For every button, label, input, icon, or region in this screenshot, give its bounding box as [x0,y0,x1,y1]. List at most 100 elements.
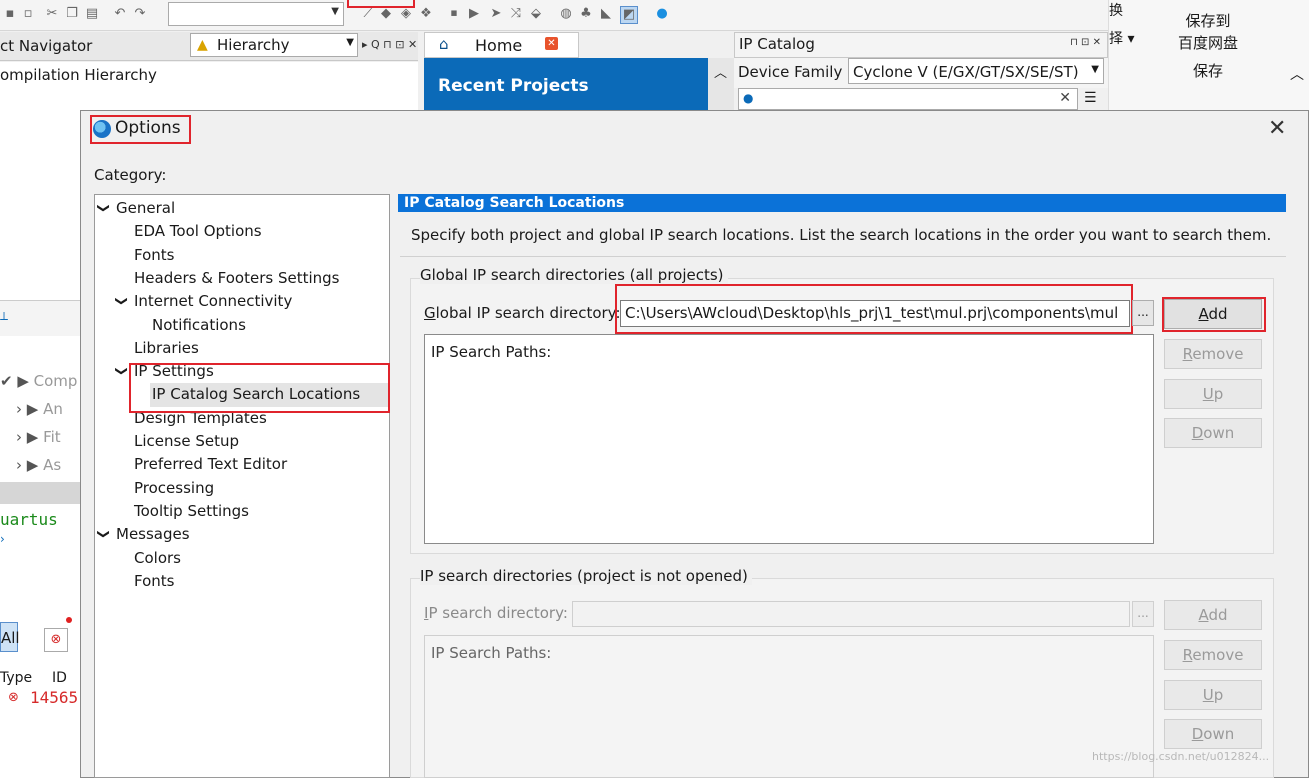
ip-catalog-search-input[interactable]: ● ✕ [738,88,1078,110]
search-icon: ● [743,91,754,105]
project-browse-button[interactable]: ... [1132,601,1154,627]
chevron-down-icon[interactable]: ❯ [97,529,111,541]
toolbar-combo[interactable]: ▼ [168,2,344,26]
analysis-icon[interactable]: ➤ [488,6,504,22]
task-comp-label: Comp [33,372,78,390]
save-to-baidu-button[interactable]: 保存到 百度网盘 [1163,10,1253,54]
tree-item-eda-tool-options[interactable]: EDA Tool Options [134,222,262,240]
tree-item-tooltip-settings[interactable]: Tooltip Settings [134,502,249,520]
compilation-hierarchy-label: ompilation Hierarchy [0,66,157,84]
menu-icon[interactable]: ☰ [1084,90,1097,106]
filter-all-button[interactable]: All [0,622,20,652]
cut-icon[interactable]: ✂ [44,6,60,22]
task-row-an[interactable]: › ▶ An [16,400,63,418]
global-down-button[interactable]: Down [1164,418,1262,448]
compilation-hierarchy-row[interactable]: ompilation Hierarchy [0,62,418,89]
tree-item-headers-footers-settings[interactable]: Headers & Footers Settings [134,269,340,287]
chevron-down-icon: ▼ [331,6,339,17]
project-down-button[interactable]: Down [1164,719,1262,749]
tree-item-label: Fonts [134,571,175,590]
tree-item-notifications[interactable]: Notifications [152,316,246,334]
separator [400,256,1286,257]
tree-item-preferred-text-editor[interactable]: Preferred Text Editor [134,455,287,473]
device-family-select[interactable]: Cyclone V (E/GX/GT/SX/SE/ST) ▼ [848,58,1104,84]
project-ip-paths-list[interactable]: IP Search Paths: [424,635,1154,778]
global-ip-paths-list[interactable]: IP Search Paths: [424,334,1154,544]
ip-catalog-pane-buttons[interactable]: ⊓ ⊡ ✕ [1070,37,1101,48]
netlist-icon[interactable]: ♣ [578,6,594,22]
device-family-label: Device Family [738,63,843,81]
global-remove-button[interactable]: Remove [1164,339,1262,369]
messages-col-type: Type [0,670,33,686]
chevron-up-icon[interactable]: ︿ [1290,64,1304,84]
save-icon[interactable]: ▪ [2,6,18,22]
paste-icon[interactable]: ▤ [84,6,100,22]
ribbon-fragment-2: 择 ▾ [1109,31,1135,47]
copy-icon[interactable]: ❐ [64,6,80,22]
project-ip-group-title: IP search directories (project is not op… [420,567,752,585]
pin-icon[interactable]: ⟋ [360,6,376,22]
task-fit-label: Fit [43,428,61,446]
global-ip-paths-label: IP Search Paths: [431,343,552,361]
tab-home[interactable]: ⌂ Home ✕ [424,32,579,58]
programmer-icon[interactable]: ◣ [598,6,614,22]
recent-projects-panel: Recent Projects [424,58,708,118]
assign-icon[interactable]: ⬙ [528,6,544,22]
task-an-label: An [43,400,63,418]
clear-icon[interactable]: ✕ [1059,90,1071,106]
page-header: IP Catalog Search Locations [398,194,1286,212]
diamond-icon[interactable]: ◆ [378,6,394,22]
project-add-button[interactable]: Add [1164,600,1262,630]
tree-item-label: EDA Tool Options [134,222,262,241]
close-icon[interactable]: ✕ [1268,116,1286,141]
stop-icon[interactable]: ⏹ [446,6,462,22]
global-up-button[interactable]: Up [1164,379,1262,409]
project-ip-paths-label: IP Search Paths: [431,644,552,662]
project-dir-label: IP search directory: [424,604,568,622]
tree-item-general[interactable]: ❯ General [97,199,175,217]
hierarchy-combo[interactable]: ▲ Hierarchy ▼ [190,33,358,57]
diamond-up-icon[interactable]: ◈ [398,6,414,22]
tree-item-label: Internet Connectivity [134,292,293,311]
messages-col-id: ID [52,670,67,686]
project-up-button[interactable]: Up [1164,680,1262,710]
disk-icon[interactable]: ▫ [20,6,36,22]
tree-item-internet-connectivity[interactable]: ❯ Internet Connectivity [115,292,293,311]
project-down-label: Down [1191,725,1235,743]
project-remove-button[interactable]: Remove [1164,640,1262,670]
chevron-up-icon: ︿ [714,66,728,81]
chip-planner-icon[interactable]: ◍ [558,6,574,22]
chevron-down-icon: ▼ [1091,64,1099,75]
start-icon[interactable]: ▶ [466,6,482,22]
ip-catalog-icon[interactable]: ◩ [620,6,638,24]
task-row-comp[interactable]: ✔ ▶ Comp [0,372,77,390]
save-to-label: 保存到 [1185,12,1231,30]
chevron-down-icon[interactable]: ❯ [115,366,129,378]
tree-item-fonts[interactable]: Fonts [134,572,174,590]
navigator-pane-buttons[interactable]: ▸ Q ⊓ ⊡ ✕ [362,38,417,51]
recent-scrollbar[interactable]: ︿ [708,58,734,118]
tree-item-messages[interactable]: ❯ Messages [97,525,190,543]
ribbon-save-label: 保存 [1192,62,1223,80]
chevron-down-icon[interactable]: ❯ [115,296,129,308]
tree-item-colors[interactable]: Colors [134,549,181,567]
tab-home-label: Home [475,36,523,55]
undo-icon[interactable]: ↶ [112,6,128,22]
hierarchy-combo-label: Hierarchy [217,36,290,54]
project-dir-input[interactable] [572,601,1130,627]
timing-icon[interactable]: ⤨ [508,6,524,22]
tree-item-libraries[interactable]: Libraries [134,339,199,357]
close-icon[interactable]: ✕ [545,37,558,50]
error-filter-icon[interactable]: ⊗ [44,628,68,652]
chevron-down-icon[interactable]: ❯ [97,203,111,215]
tree-item-fonts[interactable]: Fonts [134,246,174,264]
task-row-as[interactable]: › ▶ As [16,456,61,474]
diamond-grid-icon[interactable]: ❖ [418,6,434,22]
tree-item-processing[interactable]: Processing [134,479,214,497]
tree-item-license-setup[interactable]: License Setup [134,432,239,450]
task-row-fit[interactable]: › ▶ Fit [16,428,61,446]
global-browse-button[interactable]: ... [1132,300,1154,326]
help-icon[interactable]: ● [654,6,670,22]
project-add-label: Add [1198,606,1228,624]
redo-icon[interactable]: ↷ [132,6,148,22]
